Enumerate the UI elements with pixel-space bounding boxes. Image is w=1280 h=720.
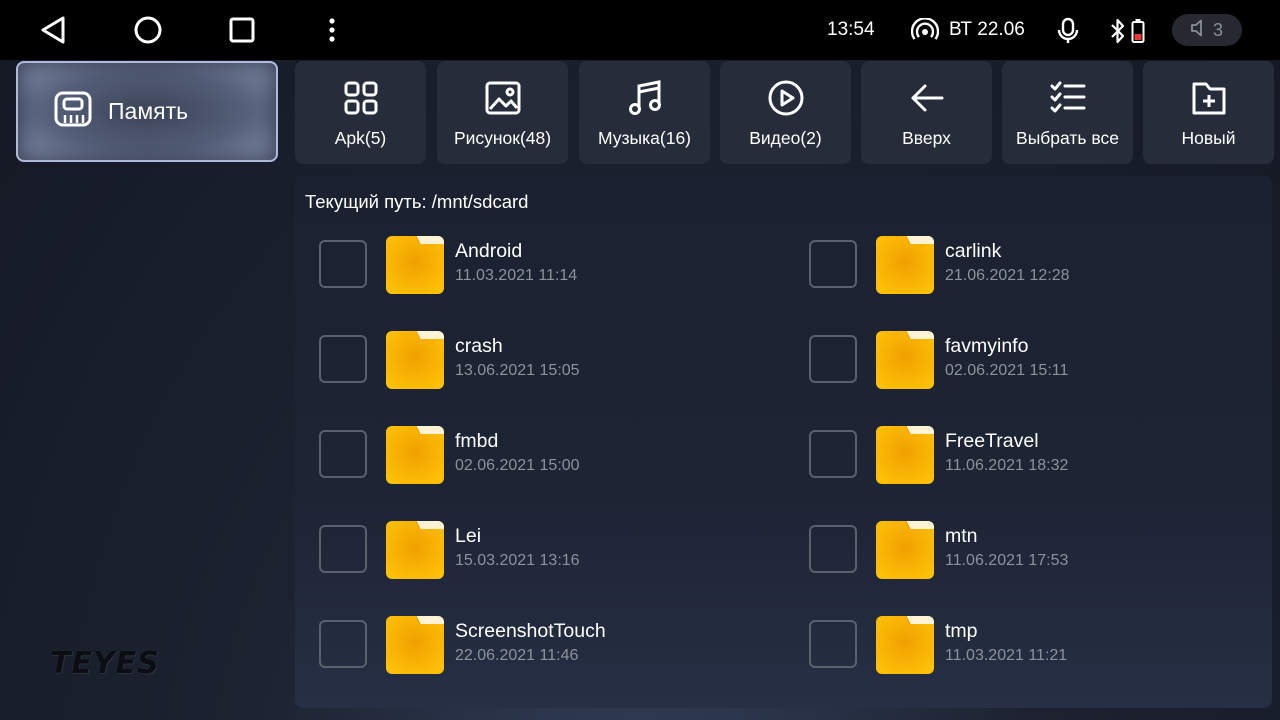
- file-browser-panel: Текущий путь: /mnt/sdcard Android 11.03.…: [295, 176, 1272, 708]
- folder-icon: [876, 235, 934, 294]
- volume-level: 3: [1212, 19, 1223, 40]
- image-icon: [485, 78, 521, 118]
- file-name: crash: [455, 335, 503, 357]
- file-date: 15.03.2021 13:16: [455, 552, 580, 569]
- folder-icon: [386, 425, 444, 484]
- checklist-icon: [1050, 78, 1086, 118]
- file-name: Android: [455, 240, 523, 262]
- folder-icon: [876, 520, 934, 579]
- file-checkbox[interactable]: [319, 240, 367, 288]
- file-date: 11.03.2021 11:21: [945, 647, 1068, 664]
- file-date: 21.06.2021 12:28: [945, 267, 1070, 284]
- file-row[interactable]: crash 13.06.2021 15:05: [319, 330, 779, 393]
- folder-icon: [386, 330, 444, 389]
- select-all-button[interactable]: Выбрать все: [1002, 61, 1133, 164]
- video-filter-button[interactable]: Видео(2): [720, 61, 851, 164]
- music-filter-label: Музыка(16): [597, 128, 692, 148]
- folder-icon: [876, 330, 934, 389]
- apps-grid-icon: [344, 78, 378, 118]
- folder-icon: [876, 615, 934, 674]
- file-date: 11.03.2021 11:14: [455, 267, 578, 284]
- more-icon[interactable]: [312, 10, 352, 50]
- video-filter-label: Видео(2): [749, 128, 822, 148]
- file-row[interactable]: Lei 15.03.2021 13:16: [319, 520, 779, 583]
- volume-indicator[interactable]: 3: [1172, 14, 1242, 46]
- file-name: fmbd: [455, 430, 499, 452]
- file-checkbox[interactable]: [319, 525, 367, 573]
- up-label: Вверх: [902, 128, 951, 148]
- file-checkbox[interactable]: [809, 335, 857, 383]
- mic-icon[interactable]: [1056, 17, 1080, 50]
- folder-icon: [386, 520, 444, 579]
- image-filter-label: Рисунок(48): [453, 128, 552, 148]
- file-name: tmp: [945, 620, 978, 642]
- file-row[interactable]: tmp 11.03.2021 11:21: [809, 615, 1269, 678]
- sd-card-icon: [54, 91, 92, 132]
- hotspot-icon: [910, 17, 940, 47]
- file-checkbox[interactable]: [809, 620, 857, 668]
- file-date: 11.06.2021 17:53: [945, 552, 1069, 569]
- file-row[interactable]: favmyinfo 02.06.2021 15:11: [809, 330, 1269, 393]
- apk-filter-button[interactable]: Apk(5): [295, 61, 426, 164]
- file-name: ScreenshotTouch: [455, 620, 606, 642]
- folder-icon: [876, 425, 934, 484]
- folder-icon: [386, 615, 444, 674]
- file-name: favmyinfo: [945, 335, 1029, 357]
- file-date: 11.06.2021 18:32: [945, 457, 1069, 474]
- file-row[interactable]: FreeTravel 11.06.2021 18:32: [809, 425, 1269, 488]
- file-name: carlink: [945, 240, 1002, 262]
- file-checkbox[interactable]: [319, 620, 367, 668]
- file-checkbox[interactable]: [809, 240, 857, 288]
- new-folder-label: Новый: [1181, 128, 1236, 148]
- apk-filter-label: Apk(5): [334, 128, 387, 148]
- image-filter-button[interactable]: Рисунок(48): [437, 61, 568, 164]
- arrow-left-icon: [909, 78, 945, 118]
- new-folder-button[interactable]: Новый: [1143, 61, 1274, 164]
- select-all-label: Выбрать все: [1016, 128, 1119, 148]
- storage-memory-label: Память: [108, 98, 189, 124]
- battery-icon: [1131, 18, 1145, 49]
- file-checkbox[interactable]: [319, 430, 367, 478]
- file-row[interactable]: ScreenshotTouch 22.06.2021 11:46: [319, 615, 779, 678]
- back-icon[interactable]: [33, 10, 73, 50]
- current-path: Текущий путь: /mnt/sdcard: [305, 191, 529, 212]
- file-name: FreeTravel: [945, 430, 1039, 452]
- home-icon[interactable]: [128, 10, 168, 50]
- recents-icon[interactable]: [222, 10, 262, 50]
- file-checkbox[interactable]: [809, 430, 857, 478]
- file-date: 13.06.2021 15:05: [455, 362, 580, 379]
- file-checkbox[interactable]: [319, 335, 367, 383]
- storage-memory-button[interactable]: Память: [16, 61, 278, 162]
- file-row[interactable]: mtn 11.06.2021 17:53: [809, 520, 1269, 583]
- file-date: 22.06.2021 11:46: [455, 647, 579, 664]
- volume-icon: [1191, 19, 1205, 42]
- clock: 13:54: [827, 19, 875, 40]
- file-row[interactable]: fmbd 02.06.2021 15:00: [319, 425, 779, 488]
- date-label: ВТ 22.06: [949, 19, 1025, 40]
- file-row[interactable]: carlink 21.06.2021 12:28: [809, 235, 1269, 298]
- folder-icon: [386, 235, 444, 294]
- file-date: 02.06.2021 15:00: [455, 457, 580, 474]
- up-button[interactable]: Вверх: [861, 61, 992, 164]
- teyes-logo: TEYES: [50, 646, 160, 681]
- music-filter-button[interactable]: Музыка(16): [579, 61, 710, 164]
- file-name: Lei: [455, 525, 482, 547]
- new-folder-icon: [1192, 78, 1226, 118]
- play-icon: [767, 78, 805, 118]
- bluetooth-icon: [1110, 17, 1126, 50]
- music-icon: [628, 78, 662, 118]
- file-date: 02.06.2021 15:11: [945, 362, 1069, 379]
- status-bar: 13:54 ВТ 22.06 3: [0, 0, 1280, 60]
- file-name: mtn: [945, 525, 978, 547]
- file-row[interactable]: Android 11.03.2021 11:14: [319, 235, 779, 298]
- file-checkbox[interactable]: [809, 525, 857, 573]
